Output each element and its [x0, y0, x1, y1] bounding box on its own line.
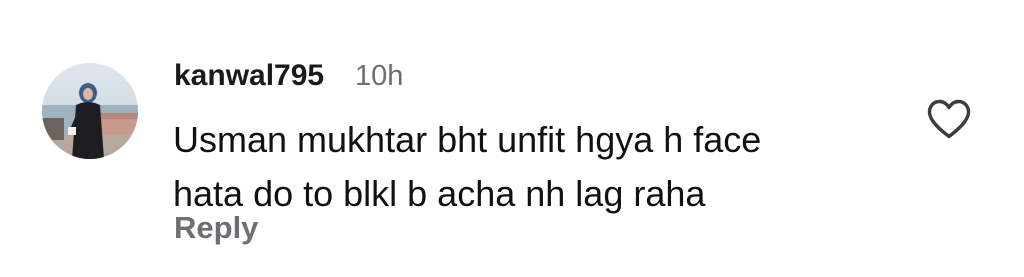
user-avatar[interactable] — [42, 63, 138, 159]
comment-item: kanwal795 10h Usman mukhtar bht unfit hg… — [0, 0, 1024, 277]
comment-body: Usman mukhtar bht unfit hgya h face hata… — [173, 113, 913, 221]
heart-outline-icon — [927, 99, 971, 139]
like-button[interactable] — [926, 98, 972, 140]
comment-text-line: Usman mukhtar bht unfit hgya h face — [173, 119, 762, 160]
comment-text-line: hata do to blkl b acha nh lag raha — [173, 173, 706, 214]
reply-button[interactable]: Reply — [174, 206, 258, 250]
comment-timestamp: 10h — [355, 60, 404, 92]
avatar-photo-icon — [42, 63, 138, 159]
comment-username[interactable]: kanwal795 — [174, 57, 324, 95]
